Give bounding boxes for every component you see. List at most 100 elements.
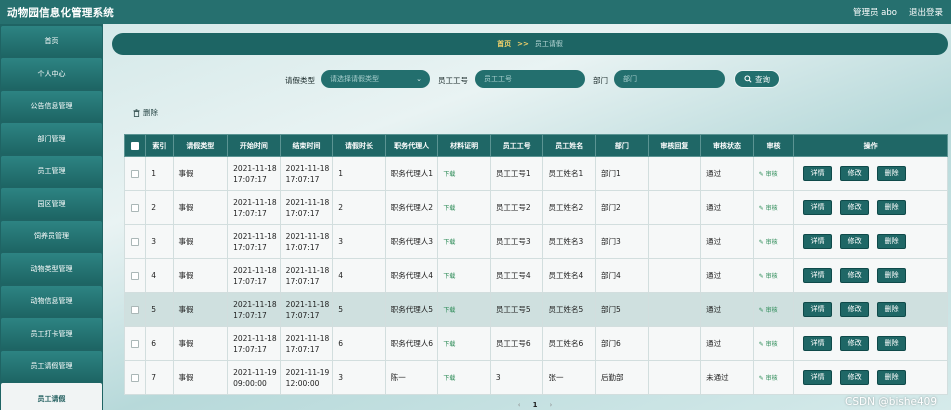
edit-button[interactable]: 修改 [840,166,870,181]
trash-icon [133,108,140,117]
select-all-checkbox[interactable] [131,141,140,150]
header-cell: 结束时间 [279,134,334,157]
emp-no-input[interactable]: 员工工号 [475,70,585,88]
audit-link[interactable]: 审核 [766,205,778,212]
cell-status: 通过 [706,237,722,246]
cell-duration-wrap: 4 [332,258,386,293]
edit-button[interactable]: 修改 [840,268,870,283]
row-select-cell[interactable] [123,258,147,293]
row-checkbox[interactable] [131,340,140,348]
header-cell: 职务代理人 [384,134,439,157]
sidebar-item-notices[interactable]: 公告信息管理 [1,90,102,122]
leave-type-select[interactable]: 请选择请假类型 ⌄ [321,70,430,88]
sidebar-item-leave-management[interactable]: 员工请假管理 [1,350,102,382]
row-checkbox[interactable] [131,272,140,280]
cell-start-wrap: 2021-11-19 09:00:00 [227,360,281,395]
detail-button[interactable]: 详情 [803,370,833,385]
cell-start-wrap: 2021-11-18 17:07:17 [227,190,281,225]
sidebar-item-home[interactable]: 首页 [1,25,102,57]
logout-link[interactable]: 退出登录 [909,6,943,18]
detail-button[interactable]: 详情 [803,302,833,317]
cell-status: 通过 [706,169,722,178]
cell-dept: 部门4 [601,271,621,280]
audit-link[interactable]: 审核 [766,239,778,246]
breadcrumb-home[interactable]: 首页 [497,39,511,49]
sidebar-item-parks[interactable]: 园区管理 [1,188,102,219]
row-select-cell[interactable] [123,360,147,395]
sidebar-item-label: 员工请假 [37,394,66,403]
row-select-cell[interactable] [123,292,147,327]
row-select-cell[interactable] [123,326,147,361]
download-link[interactable]: 下载 [443,341,455,348]
audit-link[interactable]: 审核 [766,273,778,280]
row-select-cell[interactable] [123,156,147,191]
download-link[interactable]: 下载 [443,171,455,178]
cell-emp-name-wrap: 员工姓名6 [542,326,597,361]
audit-link[interactable]: 审核 [766,341,778,348]
download-link[interactable]: 下载 [443,273,455,280]
prev-page-button[interactable]: ‹ [518,401,521,409]
row-checkbox[interactable] [131,306,140,314]
edit-button[interactable]: 修改 [840,200,870,215]
bulk-delete-button[interactable]: 删除 [133,107,158,118]
delete-button[interactable]: 删除 [877,234,907,249]
download-link[interactable]: 下载 [443,307,455,314]
detail-button[interactable]: 详情 [803,268,833,283]
cell-agent-wrap: 职务代理人2 [384,190,439,225]
current-user[interactable]: 管理员 abo [853,6,897,18]
delete-button[interactable]: 删除 [877,200,907,215]
detail-button[interactable]: 详情 [803,166,833,181]
row-actions: 详情 修改 删除 [793,292,948,327]
cell-agent: 职务代理人5 [390,305,434,314]
sidebar-item-animals[interactable]: 动物信息管理 [1,285,102,317]
sidebar-item-keepers[interactable]: 饲养员管理 [1,220,102,252]
cell-start-wrap: 2021-11-18 17:07:17 [227,326,281,361]
delete-button[interactable]: 删除 [877,302,907,317]
audit-link[interactable]: 审核 [766,307,778,314]
detail-button[interactable]: 详情 [803,200,833,215]
select-all-cell[interactable] [123,134,147,157]
row-select-cell[interactable] [123,224,147,259]
sidebar-item-animal-types[interactable]: 动物类型管理 [1,253,102,284]
row-checkbox[interactable] [131,374,140,382]
cell-status-wrap: 未通过 [700,360,754,395]
delete-button[interactable]: 删除 [877,370,907,385]
sidebar-item-employees[interactable]: 员工管理 [1,155,102,187]
row-select-cell[interactable] [123,190,147,225]
delete-button[interactable]: 删除 [877,268,907,283]
edit-button[interactable]: 修改 [840,370,870,385]
sidebar-item-clock-in[interactable]: 员工打卡管理 [1,318,102,349]
row-checkbox[interactable] [131,238,140,246]
sidebar-item-leave[interactable]: 员工请假 [1,383,102,410]
detail-button[interactable]: 详情 [803,336,833,351]
cell-index-wrap: 5 [145,292,174,327]
dept-input[interactable]: 部门 [614,70,725,88]
cell-end-wrap: 2021-11-18 17:07:17 [279,258,334,293]
download-link[interactable]: 下载 [443,239,455,246]
cell-emp-no: 员工工号1 [495,169,531,178]
sidebar-item-departments[interactable]: 部门管理 [1,123,102,154]
row-checkbox[interactable] [131,170,140,178]
edit-button[interactable]: 修改 [840,234,870,249]
edit-button[interactable]: 修改 [840,302,870,317]
dept-placeholder: 部门 [623,75,637,83]
cell-duration-wrap: 6 [332,326,386,361]
delete-button[interactable]: 删除 [877,166,907,181]
edit-button[interactable]: 修改 [840,336,870,351]
delete-button[interactable]: 删除 [877,336,907,351]
cell-duration-wrap: 5 [332,292,386,327]
audit-cell: ✎ 审核 [752,190,795,225]
cell-dept-wrap: 部门4 [595,258,649,293]
cell-end-wrap: 2021-11-18 17:07:17 [279,156,334,191]
row-checkbox[interactable] [131,204,140,212]
download-link[interactable]: 下载 [443,375,455,382]
table-row: 2 事假 2021-11-18 17:07:17 2021-11-18 17:07:1… [123,190,948,225]
search-button[interactable]: 查询 [734,70,780,88]
next-page-button[interactable]: › [549,401,552,409]
current-page[interactable]: 1 [533,401,538,409]
audit-link[interactable]: 审核 [766,375,778,382]
detail-button[interactable]: 详情 [803,234,833,249]
audit-link[interactable]: 审核 [766,171,778,178]
download-link[interactable]: 下载 [443,205,455,212]
breadcrumb: 首页 >> 员工请假 [112,33,948,55]
